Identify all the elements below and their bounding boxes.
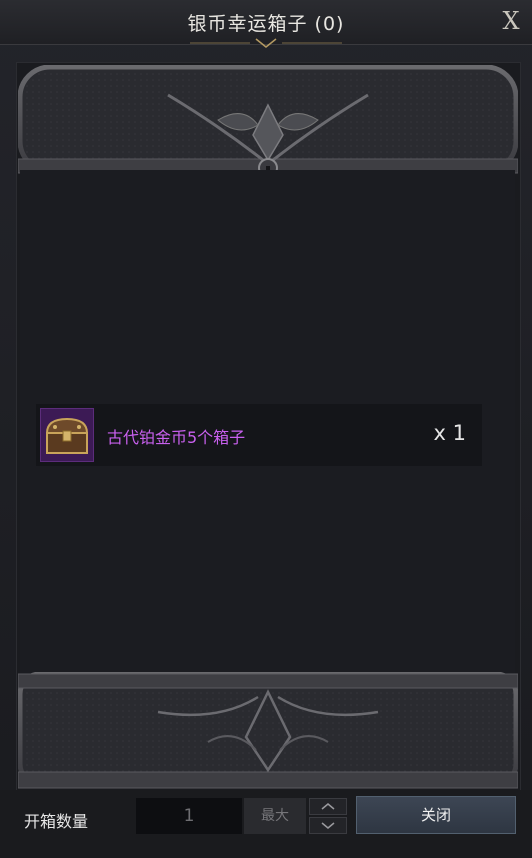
chevron-up-icon: [321, 803, 335, 810]
list-item[interactable]: 古代铂金币5个箱子 x 1: [36, 404, 482, 466]
max-button[interactable]: 最大: [244, 798, 306, 834]
chevron-down-icon: [321, 822, 335, 829]
increment-button[interactable]: [309, 798, 347, 815]
decrement-button[interactable]: [309, 817, 347, 834]
title-bar: 银币幸运箱子 (0) X: [0, 0, 532, 48]
window-title: 银币幸运箱子 (0): [187, 13, 345, 35]
footer-bar: 开箱数量 最大 关闭: [0, 790, 532, 858]
top-ornament: [18, 65, 518, 175]
close-button[interactable]: 关闭: [356, 796, 516, 834]
bottom-ornament: [18, 672, 518, 789]
title-ornament: [190, 38, 342, 48]
quantity-label: 开箱数量: [24, 812, 89, 831]
item-quantity: x 1: [433, 421, 466, 445]
close-icon[interactable]: X: [498, 6, 524, 36]
quantity-input[interactable]: [136, 798, 242, 834]
item-name: 古代铂金币5个箱子: [107, 428, 246, 447]
lucky-box-window: 银币幸运箱子 (0) X 古代铂金币5个箱子 x 1 开箱数量 1 最大 关闭: [0, 0, 532, 858]
treasure-chest-icon: [40, 408, 94, 462]
